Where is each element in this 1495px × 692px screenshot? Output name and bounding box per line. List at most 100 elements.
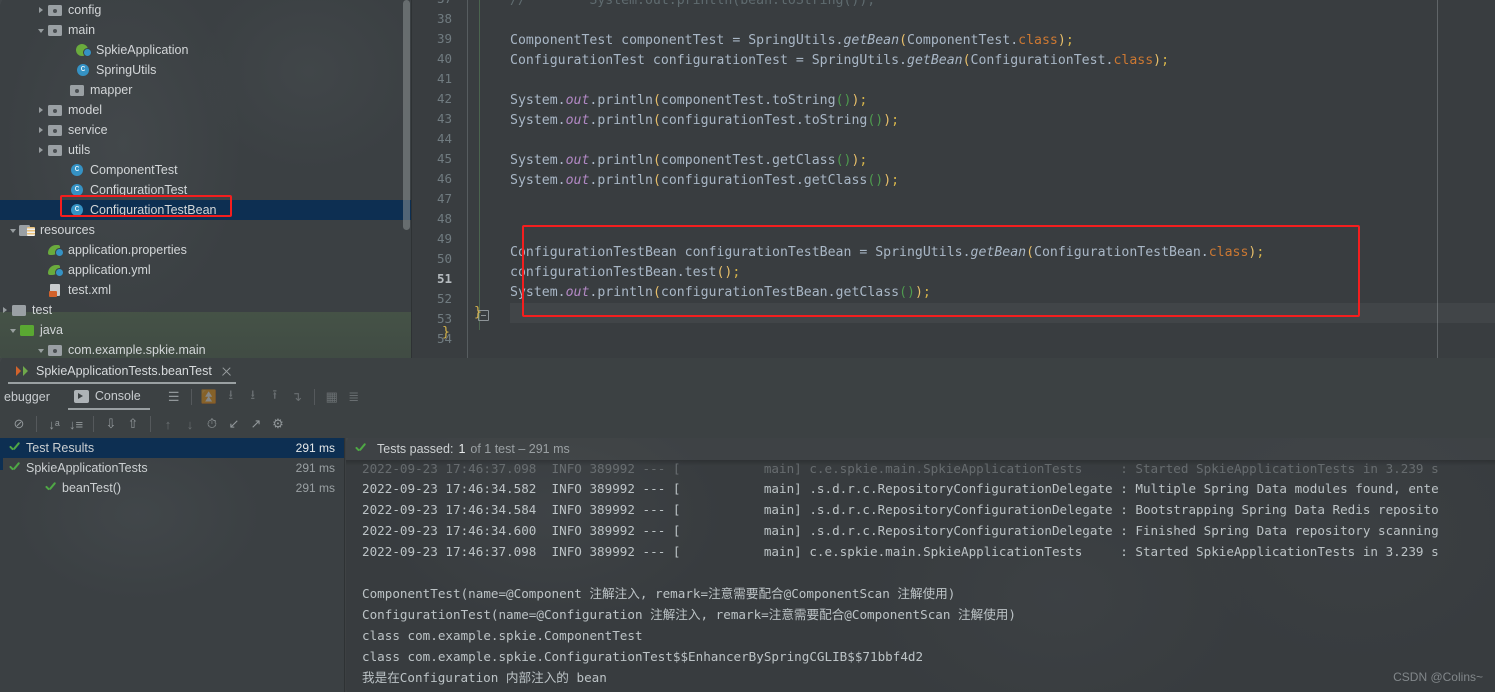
tree-item-application-yml[interactable]: application.yml <box>0 260 412 280</box>
tree-item-configurationtestbean[interactable]: ConfigurationTestBean <box>0 200 412 220</box>
java-class-icon <box>69 182 85 198</box>
line-number-51: 51 <box>436 271 452 286</box>
tree-item-model[interactable]: model <box>0 100 412 120</box>
tree-item-utils[interactable]: utils <box>0 140 412 160</box>
chevron-right-icon[interactable] <box>36 125 47 136</box>
tree-item-configurationtest[interactable]: ConfigurationTest <box>0 180 412 200</box>
chevron-right-icon[interactable] <box>36 5 47 16</box>
console-toolbar-row-2[interactable]: ⊘ ↓ᵃ ↓≡ ⇩ ⇧ ↑ ↓ ⏱ ↙ ↗ ⚙ <box>0 410 1495 438</box>
tree-item-resources[interactable]: resources <box>0 220 412 240</box>
test-row-spkieapplicationtests[interactable]: SpkieApplicationTests 291 ms <box>0 458 345 478</box>
code-line-43: System.out.println(configurationTest.toS… <box>510 113 900 128</box>
console-log-line: 2022-09-23 17:46:37.098 INFO 389992 --- … <box>362 544 1439 559</box>
tree-item-mapper[interactable]: mapper <box>0 80 412 100</box>
soft-wrap-icon[interactable]: ↴ <box>286 387 308 407</box>
settings-list-icon[interactable]: ≣ <box>343 387 365 407</box>
upload-icon[interactable]: ⭱ <box>264 387 286 407</box>
console-icon <box>73 389 89 403</box>
watermark-label: CSDN @Colins~ <box>1393 670 1483 684</box>
tree-item-label: main <box>68 23 96 37</box>
tree-item-test-xml[interactable]: test.xml <box>0 280 412 300</box>
tree-item-main[interactable]: main <box>0 20 412 40</box>
tree-item-label: com.example.spkie.main <box>68 343 206 357</box>
run-tab-strip[interactable]: SpkieApplicationTests.beanTest <box>0 358 1495 384</box>
package-folder-icon <box>69 82 85 98</box>
tree-item-label: mapper <box>90 83 133 97</box>
collapse-all-icon[interactable]: ⇧ <box>122 414 144 434</box>
run-test-icon <box>16 364 30 378</box>
line-number-43: 43 <box>436 111 452 126</box>
tree-item-componenttest[interactable]: ComponentTest <box>0 160 412 180</box>
line-number-38: 38 <box>436 11 452 26</box>
code-line-46: System.out.println(configurationTest.get… <box>510 173 900 188</box>
console-tab-label: Console <box>94 389 141 403</box>
console-toolbar-row-1[interactable]: ebugger Console ☰ ⏫ ⭳ ⭳ ⭱ ↴ ▦ ≣ <box>0 384 1495 410</box>
lines-icon[interactable]: ☰ <box>163 387 185 407</box>
code-editor[interactable]: 373839404142434445464748495051525354 // … <box>412 0 1495 358</box>
expand-all-icon[interactable]: ⇩ <box>100 414 122 434</box>
download-icon[interactable]: ⭳ <box>242 387 264 407</box>
gear-icon[interactable]: ⚙ <box>267 414 289 434</box>
tree-item-spkieapplication[interactable]: SpkieApplication <box>0 40 412 60</box>
project-tree-panel[interactable]: config mainSpkieApplication SpringUtils map… <box>0 0 412 358</box>
tab-console[interactable]: Console <box>67 389 150 410</box>
spring-boot-app-icon <box>75 42 92 58</box>
editor-gutter[interactable]: 373839404142434445464748495051525354 <box>412 0 510 358</box>
green-folder-icon <box>19 322 35 338</box>
tree-item-com-example-spkie-main[interactable]: com.example.spkie.main <box>0 340 412 358</box>
test-row-label: SpkieApplicationTests <box>26 461 148 475</box>
print-icon[interactable]: ⏫ <box>198 387 220 407</box>
tab-label: SpkieApplicationTests.beanTest <box>36 364 212 378</box>
console-log-line: 2022-09-23 17:46:34.600 INFO 389992 --- … <box>362 523 1439 538</box>
next-icon[interactable]: ↓ <box>179 414 201 434</box>
test-duration: 291 ms <box>295 441 335 455</box>
test-row-beantest-[interactable]: beanTest() 291 ms <box>0 478 345 498</box>
chevron-right-icon[interactable] <box>36 105 47 116</box>
test-results-panel[interactable]: Test Results 291 ms SpkieApplicationTests 2… <box>0 438 345 692</box>
suppress-icon[interactable]: ⊘ <box>8 414 30 434</box>
tree-item-label: application.properties <box>68 243 187 257</box>
package-folder-icon <box>47 22 63 38</box>
export-down-icon[interactable]: ⭳ <box>220 387 242 407</box>
export-icon[interactable]: ↗ <box>245 414 267 434</box>
code-line-51: System.out.println(configurationTestBean… <box>510 285 931 300</box>
tree-item-springutils[interactable]: SpringUtils <box>0 60 412 80</box>
code-line-53: } <box>442 325 450 340</box>
chevron-down-icon[interactable] <box>36 25 47 36</box>
close-icon[interactable] <box>221 366 232 377</box>
tree-item-application-properties[interactable]: application.properties <box>0 240 412 260</box>
toolbar-separator <box>190 389 192 405</box>
prev-icon[interactable]: ↑ <box>157 414 179 434</box>
tree-item-label: SpkieApplication <box>96 43 189 57</box>
tree-item-java[interactable]: java <box>0 320 412 340</box>
sort-alpha-icon[interactable]: ↓ᵃ <box>43 414 65 434</box>
tree-item-test[interactable]: test <box>0 300 412 320</box>
editor-code-area[interactable]: // System.out.println(bean.toString()); … <box>442 0 1495 358</box>
java-class-icon <box>69 202 85 218</box>
test-row-test-results[interactable]: Test Results 291 ms <box>0 438 345 458</box>
chevron-right-icon[interactable] <box>0 305 11 316</box>
chevron-down-icon[interactable] <box>8 225 19 236</box>
tree-item-service[interactable]: service <box>0 120 412 140</box>
debugger-tab-label[interactable]: ebugger <box>4 390 50 404</box>
console-output-panel[interactable]: Tests passed: 1 of 1 test – 291 ms 2022-… <box>346 438 1495 692</box>
history-icon[interactable]: ⏱ <box>201 414 223 434</box>
tree-scrollbar[interactable] <box>403 0 410 230</box>
tree-item-config[interactable]: config <box>0 0 412 20</box>
code-line-42: System.out.println(componentTest.toStrin… <box>510 93 868 108</box>
xml-file-icon <box>47 282 63 298</box>
console-result-line: 我是在Configuration 内部注入的 bean <box>362 670 607 685</box>
import-icon[interactable]: ↙ <box>223 414 245 434</box>
tab-spkie-application-tests[interactable]: SpkieApplicationTests.beanTest <box>12 358 240 384</box>
chevron-right-icon[interactable] <box>36 145 47 156</box>
tree-item-label: utils <box>68 143 91 157</box>
chevron-down-icon[interactable] <box>8 325 19 336</box>
chevron-down-icon[interactable] <box>36 345 47 356</box>
test-row-label: Test Results <box>26 441 95 455</box>
table-icon[interactable]: ▦ <box>321 387 343 407</box>
sort-duration-icon[interactable]: ↓≡ <box>65 414 87 434</box>
spring-config-icon <box>47 262 64 278</box>
